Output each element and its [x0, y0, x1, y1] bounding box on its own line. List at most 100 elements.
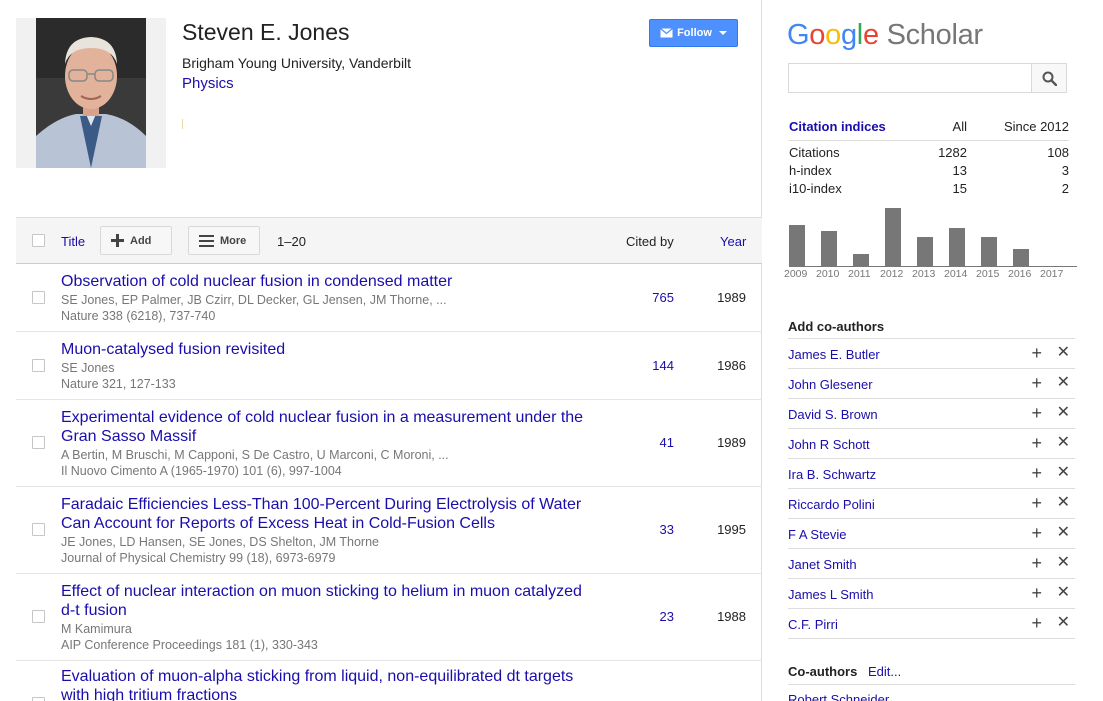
suggested-coauthor-item: F A Stevie + ✕	[788, 519, 1075, 549]
article-cited-by-link[interactable]: 41	[660, 435, 674, 450]
research-interest-link[interactable]: Physics	[182, 75, 234, 92]
suggested-coauthor-name[interactable]: C.F. Pirri	[788, 617, 838, 632]
citation-indices-row: i10-index 15 2	[789, 181, 1069, 199]
suggested-coauthor-name[interactable]: Ira B. Schwartz	[788, 467, 876, 482]
close-icon[interactable]: ✕	[1057, 524, 1070, 542]
plus-icon[interactable]: +	[1031, 464, 1042, 482]
suggested-coauthor-name[interactable]: F A Stevie	[788, 527, 847, 542]
suggested-coauthor-name[interactable]: Riccardo Polini	[788, 497, 875, 512]
profile-portrait-icon	[36, 18, 146, 168]
chart-bar[interactable]	[853, 254, 869, 266]
metric-since: 3	[1061, 163, 1069, 178]
article-year: 1989	[717, 290, 746, 305]
more-button-label: More	[220, 234, 247, 247]
chart-bar[interactable]	[789, 225, 805, 266]
article-title[interactable]: Evaluation of muon-alpha sticking from l…	[61, 667, 591, 701]
suggested-coauthor-name[interactable]: David S. Brown	[788, 407, 878, 422]
close-icon[interactable]: ✕	[1057, 344, 1070, 362]
suggested-coauthor-item: James E. Butler + ✕	[788, 339, 1075, 369]
menu-icon	[199, 234, 214, 247]
sort-by-title[interactable]: Title	[61, 234, 85, 249]
close-icon[interactable]: ✕	[1057, 584, 1070, 602]
close-icon[interactable]: ✕	[1057, 434, 1070, 452]
select-all-checkbox[interactable]	[32, 234, 45, 247]
article-year: 1988	[717, 609, 746, 624]
add-button-label: Add	[130, 234, 152, 247]
chart-bar[interactable]	[821, 231, 837, 266]
chart-bar[interactable]	[1013, 249, 1029, 266]
article-cited-by-link[interactable]: 144	[652, 358, 674, 373]
logo-letter: g	[840, 19, 857, 51]
article-venue: Nature 338 (6218), 737-740	[61, 309, 216, 323]
chart-bar[interactable]	[949, 228, 965, 266]
article-title[interactable]: Observation of cold nuclear fusion in co…	[61, 272, 591, 291]
article-venue: Journal of Physical Chemistry 99 (18), 6…	[61, 551, 336, 565]
plus-icon[interactable]: +	[1031, 434, 1042, 452]
mail-icon	[660, 28, 673, 38]
article-title[interactable]: Faradaic Efficiencies Less-Than 100-Perc…	[61, 495, 591, 533]
logo-scholar-text: Scholar	[886, 19, 984, 51]
metric-label: i10-index	[789, 181, 842, 196]
article-cited-by-link[interactable]: 23	[660, 609, 674, 624]
profile-name: Steven E. Jones	[182, 19, 350, 45]
plus-icon[interactable]: +	[1031, 404, 1042, 422]
suggested-coauthor-name[interactable]: John Glesener	[788, 377, 873, 392]
suggested-coauthor-name[interactable]: John R Schott	[788, 437, 870, 452]
article-checkbox[interactable]	[32, 359, 45, 372]
suggested-coauthor-name[interactable]: James E. Butler	[788, 347, 880, 362]
profile-divider	[182, 119, 183, 129]
google-scholar-logo[interactable]: Google Scholar	[787, 19, 983, 52]
coauthor-link[interactable]: Robert Schneider	[788, 692, 889, 701]
close-icon[interactable]: ✕	[1057, 554, 1070, 572]
search-input[interactable]	[788, 63, 1032, 93]
chart-tick-label: 2011	[848, 268, 871, 280]
citation-indices-row: h-index 13 3	[789, 163, 1069, 181]
plus-icon[interactable]: +	[1031, 374, 1042, 392]
plus-icon[interactable]: +	[1031, 584, 1042, 602]
close-icon[interactable]: ✕	[1057, 464, 1070, 482]
article-row: Effect of nuclear interaction on muon st…	[16, 574, 762, 661]
logo-letter: e	[862, 19, 879, 51]
close-icon[interactable]: ✕	[1057, 494, 1070, 512]
article-venue: Il Nuovo Cimento A (1965-1970) 101 (6), …	[61, 464, 342, 478]
edit-coauthors-link[interactable]: Edit...	[868, 664, 901, 679]
chart-bar[interactable]	[885, 208, 901, 266]
article-checkbox[interactable]	[32, 436, 45, 449]
article-cited-by-link[interactable]: 765	[652, 290, 674, 305]
plus-icon	[111, 234, 124, 247]
article-checkbox[interactable]	[32, 523, 45, 536]
suggested-coauthor-item: Janet Smith + ✕	[788, 549, 1075, 579]
article-cited-by-link[interactable]: 33	[660, 522, 674, 537]
chart-bar[interactable]	[917, 237, 933, 266]
add-article-button[interactable]: Add	[100, 226, 172, 255]
article-title[interactable]: Muon-catalysed fusion revisited	[61, 340, 591, 359]
follow-button[interactable]: Follow	[649, 19, 738, 47]
article-title[interactable]: Effect of nuclear interaction on muon st…	[61, 582, 591, 620]
profile-main: Steven E. Jones Brigham Young University…	[0, 0, 762, 701]
chart-tick-label: 2017	[1040, 268, 1064, 280]
profile-photo	[16, 18, 166, 168]
plus-icon[interactable]: +	[1031, 614, 1042, 632]
chart-bar[interactable]	[981, 237, 997, 266]
suggested-coauthor-name[interactable]: Janet Smith	[788, 557, 857, 572]
close-icon[interactable]: ✕	[1057, 374, 1070, 392]
plus-icon[interactable]: +	[1031, 494, 1042, 512]
article-checkbox[interactable]	[32, 291, 45, 304]
articles-table-header: Title Add More 1–20 Cited by Year	[16, 217, 762, 264]
article-title[interactable]: Experimental evidence of cold nuclear fu…	[61, 408, 591, 446]
sort-by-year[interactable]: Year	[720, 234, 746, 249]
more-actions-button[interactable]: More	[188, 226, 260, 255]
citation-indices-heading[interactable]: Citation indices	[789, 119, 886, 134]
metric-label: Citations	[789, 145, 840, 160]
article-checkbox[interactable]	[32, 697, 45, 701]
plus-icon[interactable]: +	[1031, 344, 1042, 362]
close-icon[interactable]: ✕	[1057, 404, 1070, 422]
plus-icon[interactable]: +	[1031, 554, 1042, 572]
plus-icon[interactable]: +	[1031, 524, 1042, 542]
suggested-coauthor-item: John R Schott + ✕	[788, 429, 1075, 459]
suggested-coauthors-list: James E. Butler + ✕ John Glesener + ✕ Da…	[788, 338, 1075, 639]
search-button[interactable]	[1031, 63, 1067, 93]
article-checkbox[interactable]	[32, 610, 45, 623]
close-icon[interactable]: ✕	[1057, 614, 1070, 632]
suggested-coauthor-name[interactable]: James L Smith	[788, 587, 874, 602]
